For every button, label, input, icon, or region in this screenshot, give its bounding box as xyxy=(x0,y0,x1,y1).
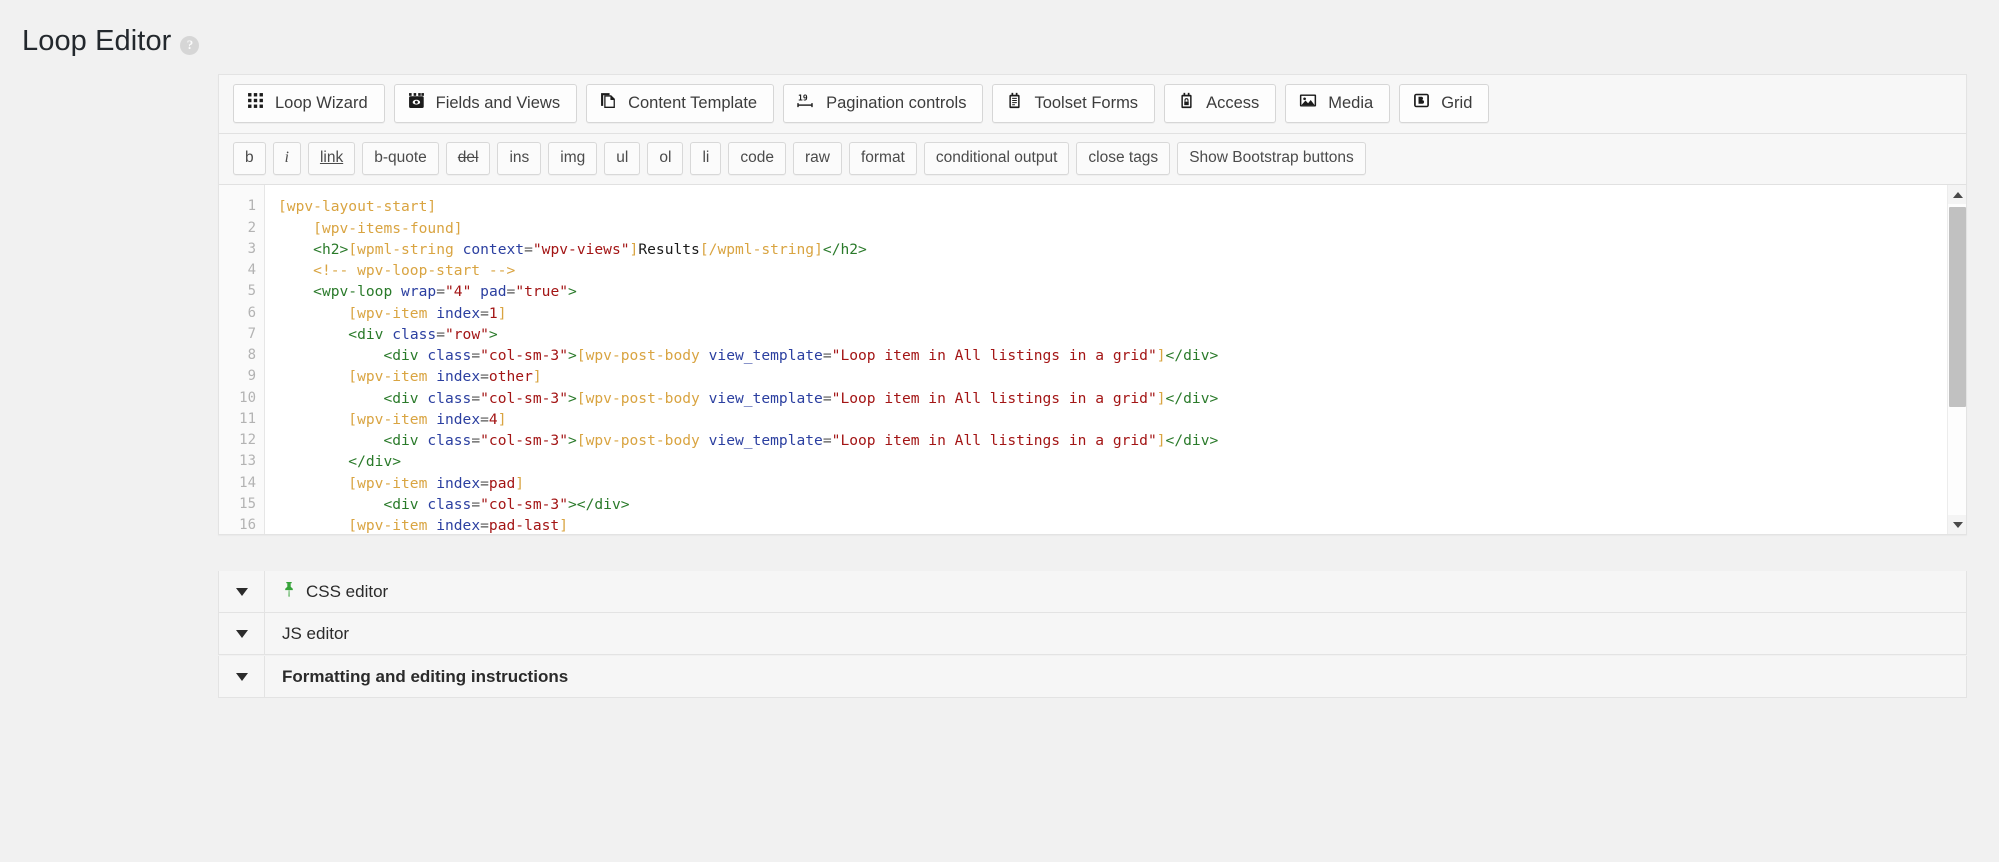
code-line: <div class="col-sm-3">[wpv-post-body vie… xyxy=(278,345,1966,366)
code-line: <wpv-loop wrap="4" pad="true"> xyxy=(278,281,1966,302)
clipboard-form-icon xyxy=(1006,92,1023,115)
line-number: 14 xyxy=(219,473,264,494)
line-number: 9 xyxy=(219,366,264,387)
loop-wizard-button[interactable]: Loop Wizard xyxy=(233,84,385,123)
editor-vertical-scrollbar[interactable] xyxy=(1947,185,1966,534)
code-line: [wpv-item index=pad] xyxy=(278,473,1966,494)
accordion-title-formatting-instructions: Formatting and editing instructions xyxy=(282,667,568,687)
content-template-label: Content Template xyxy=(628,93,757,114)
quicktag-i[interactable]: i xyxy=(273,142,301,175)
page-title: Loop Editor xyxy=(22,24,171,59)
code-line: [wpv-layout-start] xyxy=(278,196,1966,217)
accordion-title-css-editor: CSS editor xyxy=(306,582,388,602)
chevron-down-icon[interactable] xyxy=(219,613,265,654)
line-number: 11 xyxy=(219,409,264,430)
fields-and-views-button[interactable]: Fields and Views xyxy=(394,84,577,123)
code-line: <!-- wpv-loop-start --> xyxy=(278,260,1966,281)
code-line: </div> xyxy=(278,451,1966,472)
line-number: 5 xyxy=(219,281,264,302)
chevron-down-icon[interactable] xyxy=(219,571,265,612)
code-editor[interactable]: 1 2 3 4 5 6 7 8 9 10 11 12 13 14 15 16 1… xyxy=(219,185,1966,534)
pagination-controls-button[interactable]: 19 Pagination controls xyxy=(783,84,983,123)
quicktag-img[interactable]: img xyxy=(548,142,597,175)
code-line: [wpv-item index=pad-last] xyxy=(278,515,1966,534)
media-button[interactable]: Media xyxy=(1285,84,1390,123)
scroll-down-arrow-icon[interactable] xyxy=(1948,515,1966,534)
image-icon xyxy=(1299,92,1317,115)
quicktag-code[interactable]: code xyxy=(728,142,786,175)
line-number: 7 xyxy=(219,324,264,345)
quicktag-close-tags[interactable]: close tags xyxy=(1076,142,1170,175)
quicktag-link[interactable]: link xyxy=(308,142,355,175)
line-number: 1 xyxy=(219,196,264,217)
accordion-css-editor[interactable]: CSS editor xyxy=(218,571,1967,613)
toolset-insert-toolbar: Loop Wizard Fields and Views xyxy=(219,75,1966,134)
code-line: <div class="col-sm-3"></div> xyxy=(278,494,1966,515)
quicktag-ol[interactable]: ol xyxy=(647,142,683,175)
toolset-forms-button[interactable]: Toolset Forms xyxy=(992,84,1155,123)
pagination-numbers-icon: 19 xyxy=(797,92,815,115)
grid-label: Grid xyxy=(1441,93,1472,114)
quicktag-li[interactable]: li xyxy=(690,142,721,175)
quicktag-ul[interactable]: ul xyxy=(604,142,640,175)
media-label: Media xyxy=(1328,93,1373,114)
line-number: 10 xyxy=(219,388,264,409)
line-number: 16 xyxy=(219,515,264,534)
line-number: 4 xyxy=(219,260,264,281)
svg-text:19: 19 xyxy=(798,94,808,103)
line-number: 13 xyxy=(219,451,264,472)
green-pin-icon xyxy=(282,581,296,602)
code-line: [wpv-item index=1] xyxy=(278,303,1966,324)
accordion-formatting-instructions[interactable]: Formatting and editing instructions xyxy=(218,656,1967,698)
grid-button[interactable]: Grid xyxy=(1399,84,1489,123)
line-number: 6 xyxy=(219,303,264,324)
loop-wizard-label: Loop Wizard xyxy=(275,93,368,114)
access-label: Access xyxy=(1206,93,1259,114)
quicktag-ins[interactable]: ins xyxy=(497,142,541,175)
loop-editor-metabox: Loop Wizard Fields and Views xyxy=(218,74,1967,535)
code-line: <div class="row"> xyxy=(278,324,1966,345)
quicktag-conditional-output[interactable]: conditional output xyxy=(924,142,1070,175)
code-line: [wpv-items-found] xyxy=(278,218,1966,239)
quicktag-del[interactable]: del xyxy=(446,142,491,175)
help-circle-icon[interactable]: ? xyxy=(180,36,199,55)
quicktag-b-quote[interactable]: b-quote xyxy=(362,142,439,175)
accordion-js-editor[interactable]: JS editor xyxy=(218,613,1967,655)
access-button[interactable]: Access xyxy=(1164,84,1276,123)
quicktag-format[interactable]: format xyxy=(849,142,917,175)
quicktag-raw[interactable]: raw xyxy=(793,142,842,175)
line-number: 15 xyxy=(219,494,264,515)
quicktags-toolbar: b i link b-quote del ins img ul ol li co… xyxy=(219,134,1966,185)
line-number: 12 xyxy=(219,430,264,451)
content-template-button[interactable]: Content Template xyxy=(586,84,774,123)
line-number-gutter: 1 2 3 4 5 6 7 8 9 10 11 12 13 14 15 16 1… xyxy=(219,185,265,534)
code-line: <div class="col-sm-3">[wpv-post-body vie… xyxy=(278,388,1966,409)
toolset-forms-label: Toolset Forms xyxy=(1034,93,1138,114)
code-line: [wpv-item index=4] xyxy=(278,409,1966,430)
line-number: 3 xyxy=(219,239,264,260)
code-line: [wpv-item index=other] xyxy=(278,366,1966,387)
copy-pages-icon xyxy=(600,92,617,115)
quicktag-b[interactable]: b xyxy=(233,142,266,175)
bootstrap-b-icon xyxy=(1413,92,1430,115)
fields-and-views-label: Fields and Views xyxy=(436,93,560,114)
line-number: 2 xyxy=(219,218,264,239)
clipboard-lock-icon xyxy=(1178,92,1195,115)
chevron-down-icon[interactable] xyxy=(219,656,265,697)
accordion-title-js-editor: JS editor xyxy=(282,624,349,644)
code-text-area[interactable]: [wpv-layout-start] [wpv-items-found] <h2… xyxy=(265,185,1966,534)
pagination-controls-label: Pagination controls xyxy=(826,93,966,114)
show-bootstrap-buttons[interactable]: Show Bootstrap buttons xyxy=(1177,142,1366,175)
grid-dots-icon xyxy=(247,92,264,115)
code-line: <h2>[wpml-string context="wpv-views"]Res… xyxy=(278,239,1966,260)
scroll-thumb[interactable] xyxy=(1949,207,1966,407)
code-line: <div class="col-sm-3">[wpv-post-body vie… xyxy=(278,430,1966,451)
page-header: Loop Editor ? xyxy=(0,0,1999,62)
scroll-up-arrow-icon[interactable] xyxy=(1948,185,1966,204)
binoculars-icon xyxy=(408,92,425,115)
line-number: 8 xyxy=(219,345,264,366)
